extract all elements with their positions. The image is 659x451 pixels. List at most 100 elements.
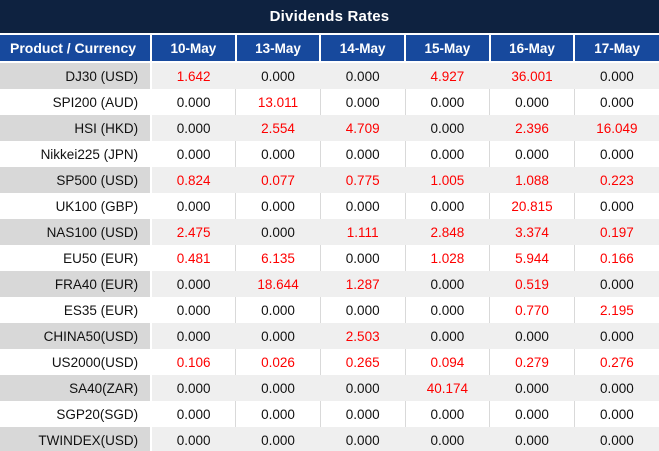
dividend-value-cell: 16.049 <box>573 115 659 141</box>
dividend-value-cell: 0.481 <box>151 245 236 271</box>
dividend-value-cell: 1.005 <box>404 167 490 193</box>
product-cell: SGP20(SGD) <box>0 401 153 427</box>
dividend-value-cell: 5.944 <box>489 245 575 271</box>
dividend-value-cell: 0.000 <box>319 401 406 427</box>
page-title: Dividends Rates <box>0 0 659 33</box>
dividend-value-cell: 0.077 <box>235 167 321 193</box>
column-header-15-may: 15-May <box>404 33 491 63</box>
column-header-17-may: 17-May <box>573 33 659 63</box>
dividend-value-cell: 0.000 <box>235 141 321 167</box>
dividend-value-cell: 0.197 <box>573 219 659 245</box>
table-row: SA40(ZAR) 0.000 0.000 0.000 40.174 0.000 0.000 <box>0 375 659 401</box>
dividend-value-cell: 0.000 <box>573 193 659 219</box>
dividend-value-cell: 1.642 <box>151 62 236 89</box>
dividend-value-cell: 18.644 <box>235 271 321 297</box>
product-cell: NAS100 (USD) <box>0 219 153 245</box>
dividend-value-cell: 2.475 <box>151 219 236 245</box>
dividend-value-cell: 0.166 <box>573 245 659 271</box>
column-header-14-may: 14-May <box>319 33 407 63</box>
dividend-value-cell: 1.028 <box>404 245 490 271</box>
dividend-value-cell: 0.000 <box>319 141 406 167</box>
dividend-value-cell: 0.000 <box>235 193 321 219</box>
dividend-value-cell: 0.000 <box>573 62 659 89</box>
dividend-value-cell: 0.026 <box>235 349 321 375</box>
dividend-value-cell: 0.000 <box>404 141 490 167</box>
dividend-value-cell: 0.000 <box>151 427 236 451</box>
product-cell: FRA40 (EUR) <box>0 271 153 297</box>
dividend-value-cell: 2.396 <box>489 115 575 141</box>
dividend-value-cell: 0.000 <box>573 141 659 167</box>
dividend-value-cell: 0.000 <box>319 297 406 323</box>
product-cell: SA40(ZAR) <box>0 375 153 401</box>
dividend-value-cell: 0.000 <box>573 89 659 115</box>
dividend-value-cell: 0.770 <box>489 297 575 323</box>
product-cell: CHINA50(USD) <box>0 323 153 349</box>
product-cell: HSI (HKD) <box>0 115 153 141</box>
dividend-value-cell: 0.265 <box>319 349 406 375</box>
dividend-value-cell: 0.000 <box>319 62 406 89</box>
dividend-value-cell: 0.000 <box>489 141 575 167</box>
dividend-value-cell: 0.000 <box>319 89 406 115</box>
dividend-value-cell: 0.000 <box>319 375 406 401</box>
dividend-value-cell: 13.011 <box>235 89 321 115</box>
product-cell: SP500 (USD) <box>0 167 153 193</box>
dividend-value-cell: 0.519 <box>489 271 575 297</box>
dividend-value-cell: 0.000 <box>404 323 490 349</box>
dividend-value-cell: 0.000 <box>151 271 236 297</box>
dividend-value-cell: 0.000 <box>151 323 236 349</box>
table-row: UK100 (GBP) 0.000 0.000 0.000 0.000 20.815 0.0… <box>0 193 659 219</box>
dividend-value-cell: 0.000 <box>573 271 659 297</box>
product-cell: TWINDEX(USD) <box>0 427 153 451</box>
column-header-13-may: 13-May <box>234 33 322 63</box>
dividend-value-cell: 40.174 <box>404 375 490 401</box>
dividend-value-cell: 0.000 <box>319 245 406 271</box>
dividends-rates-panel: Dividends Rates Product / Currency 10-Ma… <box>0 0 659 451</box>
dividend-value-cell: 0.000 <box>151 375 236 401</box>
dividend-value-cell: 0.000 <box>235 375 321 401</box>
dividend-value-cell: 0.000 <box>404 115 490 141</box>
dividend-value-cell: 0.000 <box>151 89 236 115</box>
dividend-value-cell: 0.000 <box>235 401 321 427</box>
dividend-value-cell: 2.554 <box>235 115 321 141</box>
dividend-value-cell: 1.287 <box>319 271 406 297</box>
table-row: SP500 (USD) 0.824 0.077 0.775 1.005 1.088 0.22… <box>0 167 659 193</box>
dividend-value-cell: 0.000 <box>151 401 236 427</box>
table-row: US2000(USD) 0.106 0.026 0.265 0.094 0.279 0.27… <box>0 349 659 375</box>
dividend-value-cell: 36.001 <box>489 62 575 89</box>
product-cell: ES35 (EUR) <box>0 297 153 323</box>
dividend-value-cell: 0.000 <box>573 427 659 451</box>
dividend-value-cell: 0.094 <box>404 349 490 375</box>
dividend-value-cell: 2.848 <box>404 219 490 245</box>
dividend-value-cell: 0.000 <box>404 401 490 427</box>
dividend-value-cell: 0.000 <box>404 427 490 451</box>
dividend-value-cell: 6.135 <box>235 245 321 271</box>
table-row: Nikkei225 (JPN) 0.000 0.000 0.000 0.000 0.000… <box>0 141 659 167</box>
product-cell: EU50 (EUR) <box>0 245 153 271</box>
column-header-16-may: 16-May <box>488 33 576 63</box>
dividend-value-cell: 1.088 <box>489 167 575 193</box>
dividend-value-cell: 0.000 <box>489 89 575 115</box>
product-cell: UK100 (GBP) <box>0 193 153 219</box>
dividend-value-cell: 0.000 <box>235 323 321 349</box>
table-row: NAS100 (USD) 2.475 0.000 1.111 2.848 3.374 0.1… <box>0 219 659 245</box>
dividends-table: Product / Currency 10-May 13-May 14-May … <box>0 33 659 451</box>
dividend-value-cell: 0.000 <box>489 401 575 427</box>
dividend-value-cell: 3.374 <box>489 219 575 245</box>
dividend-value-cell: 0.000 <box>404 271 490 297</box>
dividend-value-cell: 4.927 <box>404 62 490 89</box>
table-row: SGP20(SGD) 0.000 0.000 0.000 0.000 0.000 0.000 <box>0 401 659 427</box>
dividend-value-cell: 20.815 <box>489 193 575 219</box>
product-cell: SPI200 (AUD) <box>0 89 153 115</box>
dividend-value-cell: 0.000 <box>404 89 490 115</box>
dividend-value-cell: 0.000 <box>573 375 659 401</box>
column-header-10-may: 10-May <box>150 33 237 63</box>
header-row: Product / Currency 10-May 13-May 14-May … <box>0 33 659 63</box>
table-row: HSI (HKD) 0.000 2.554 4.709 0.000 2.396 16.049 <box>0 115 659 141</box>
dividend-value-cell: 0.000 <box>573 401 659 427</box>
dividend-value-cell: 0.000 <box>404 297 490 323</box>
product-cell: Nikkei225 (JPN) <box>0 141 153 167</box>
dividend-value-cell: 0.000 <box>319 427 406 451</box>
dividend-value-cell: 0.000 <box>404 193 490 219</box>
table-row: CHINA50(USD) 0.000 0.000 2.503 0.000 0.000 0.0… <box>0 323 659 349</box>
dividend-value-cell: 0.000 <box>235 427 321 451</box>
